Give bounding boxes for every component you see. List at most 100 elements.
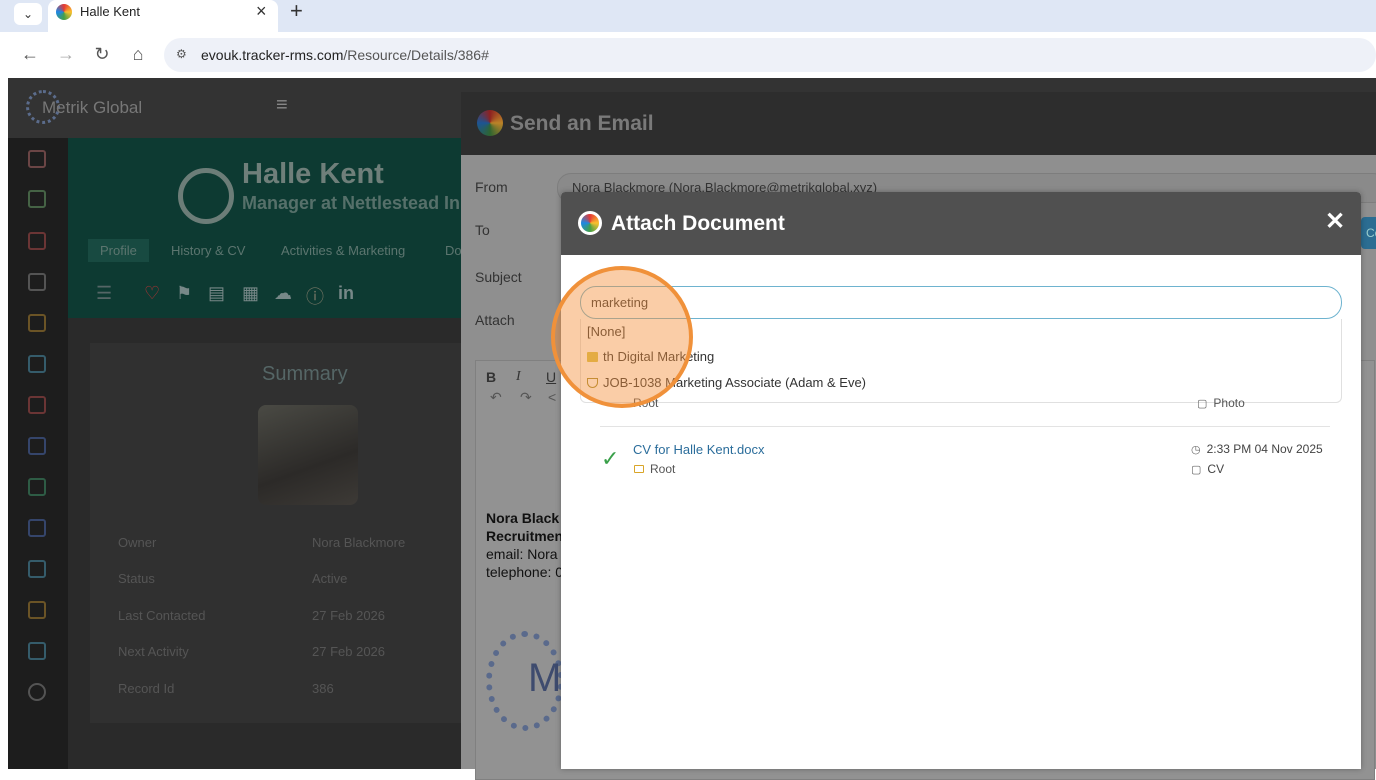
search-icon[interactable] [28, 683, 46, 701]
new-tab-icon[interactable]: + [290, 0, 303, 22]
owner-value: Nora Blackmore [312, 535, 406, 550]
document-type-label: CV [1207, 462, 1225, 476]
close-icon[interactable]: ✕ [1325, 208, 1345, 236]
broadcast-icon[interactable] [28, 273, 46, 291]
address-bar[interactable]: ⚙ evouk.tracker-rms.com/Resource/Details… [164, 38, 1376, 72]
tab-close-icon[interactable]: × [256, 1, 267, 22]
owner-label: Owner [118, 535, 157, 550]
profile-name: Halle Kent [242, 158, 384, 190]
row-divider [600, 426, 1330, 427]
tasks-icon[interactable] [28, 396, 46, 414]
attach-modal-title: Attach Document [611, 212, 785, 235]
document-icon[interactable]: ▦ [242, 283, 259, 304]
url-path: /Resource/Details/386# [343, 47, 489, 63]
underline-icon[interactable]: U [546, 369, 556, 385]
settings-icon[interactable] [28, 314, 46, 332]
document-type: ▢ CV [1191, 462, 1224, 476]
forward-icon[interactable]: → [54, 42, 78, 66]
app-sidebar [8, 138, 68, 769]
signature-phone: telephone: 0 [486, 564, 564, 580]
trophy-icon[interactable] [28, 355, 46, 373]
reports-icon[interactable] [28, 642, 46, 660]
tab-documents[interactable]: Do [445, 243, 462, 258]
browser-tab[interactable]: Halle Kent × [48, 0, 278, 32]
summary-card: Summary Owner Nora Blackmore Status Acti… [90, 343, 468, 723]
list-icon[interactable]: ☰ [96, 283, 112, 304]
last-contacted-label: Last Contacted [118, 608, 206, 623]
status-label: Status [118, 571, 155, 586]
tab-profile[interactable]: Profile [88, 239, 149, 262]
profile-photo [258, 405, 358, 505]
document-folder: Root [650, 462, 676, 476]
dropdown-item-label: JOB-1038 Marketing Associate (Adam & Eve… [603, 375, 867, 390]
companies-icon[interactable] [28, 190, 46, 208]
attach-document-modal: Attach Document ✕ marketing [None] th Di… [561, 192, 1361, 769]
folder-icon [634, 465, 644, 473]
tab-favicon-icon [56, 4, 72, 20]
signature-name: Nora Black [486, 510, 560, 526]
redo-icon[interactable]: ↷ [520, 389, 532, 406]
email-modal-title: Send an Email [510, 112, 654, 135]
document-link[interactable]: CV for Halle Kent.docx [633, 442, 765, 457]
from-label: From [475, 179, 508, 195]
dropdown-item-job[interactable]: JOB-1038 Marketing Associate (Adam & Eve… [587, 375, 866, 390]
last-contacted-value: 27 Feb 2026 [312, 608, 386, 623]
undo-icon[interactable]: ↶ [490, 389, 502, 406]
document-time-label: 2:33 PM 04 Nov 2025 [1206, 442, 1323, 456]
attach-label: Attach [475, 312, 515, 328]
home-icon[interactable]: ⌂ [126, 42, 150, 66]
tab-history-cv[interactable]: History & CV [171, 243, 245, 258]
tab-activities-marketing[interactable]: Activities & Marketing [281, 243, 405, 258]
reload-icon[interactable]: ↻ [90, 42, 114, 66]
menu-icon[interactable]: ≡ [276, 94, 288, 117]
site-info-icon[interactable]: ⚙ [176, 47, 187, 61]
italic-icon[interactable]: I [516, 369, 521, 385]
globe-icon[interactable] [28, 560, 46, 578]
flag-icon[interactable]: ⚑ [176, 283, 192, 304]
home-icon[interactable] [28, 150, 46, 168]
status-value: Active [312, 571, 348, 586]
next-activity-label: Next Activity [118, 644, 189, 659]
record-id-value: 386 [312, 681, 334, 696]
clock-icon[interactable] [28, 601, 46, 619]
dropdown-item-label: th Digital Marketing [603, 349, 715, 364]
file-icon: ▢ [1191, 464, 1202, 476]
tab-search-chevron-icon[interactable]: ⌄ [14, 3, 42, 25]
tab-title: Halle Kent [80, 4, 140, 19]
signature-title: Recruitmen [486, 528, 564, 544]
selected-check-icon[interactable]: ✓ [601, 446, 619, 472]
person-icon [178, 168, 234, 224]
dropdown-item-label: [None] [587, 324, 626, 339]
notes-icon[interactable]: ▤ [208, 283, 225, 304]
photo-type: ▢ Photo [1197, 396, 1245, 410]
search-value: marketing [591, 295, 649, 310]
email-signature: Nora Black Recruitmen email: Nora teleph… [486, 509, 563, 581]
subject-label: Subject [475, 269, 522, 285]
side-action-button[interactable]: Co [1361, 217, 1376, 249]
contacts-icon[interactable] [28, 232, 46, 250]
alert-icon[interactable]: ⓘ [306, 283, 324, 309]
bold-icon[interactable]: B [486, 369, 496, 385]
people-icon[interactable] [28, 478, 46, 496]
linkedin-icon[interactable]: in [338, 283, 354, 304]
next-activity-value: 27 Feb 2026 [312, 644, 386, 659]
summary-title: Summary [262, 363, 348, 385]
dropdown-item-none[interactable]: [None] [587, 324, 625, 339]
file-icon: ▢ [1197, 398, 1208, 410]
url-host: evouk.tracker-rms.com [201, 47, 344, 63]
record-search-input[interactable]: marketing [580, 286, 1342, 319]
search-results-dropdown: [None] th Digital Marketing JOB-1038 Mar… [580, 319, 1342, 403]
cloud-icon[interactable]: ☁ [274, 283, 292, 304]
back-icon[interactable]: ← [18, 42, 42, 66]
record-id-label: Record Id [118, 681, 175, 696]
code-icon[interactable]: < [548, 389, 556, 405]
documents-icon[interactable] [28, 519, 46, 537]
profile-role: Manager at Nettlestead In [242, 193, 461, 213]
signature-email: email: Nora [486, 546, 558, 562]
heart-icon[interactable]: ♡ [144, 283, 160, 304]
dropdown-item-company[interactable]: th Digital Marketing [587, 349, 714, 364]
profile-header: Halle Kent Manager at Nettlestead In Pro… [68, 138, 468, 318]
signature-logo-letter: M [528, 656, 562, 700]
building-icon [587, 352, 598, 362]
briefcase-icon[interactable] [28, 437, 46, 455]
